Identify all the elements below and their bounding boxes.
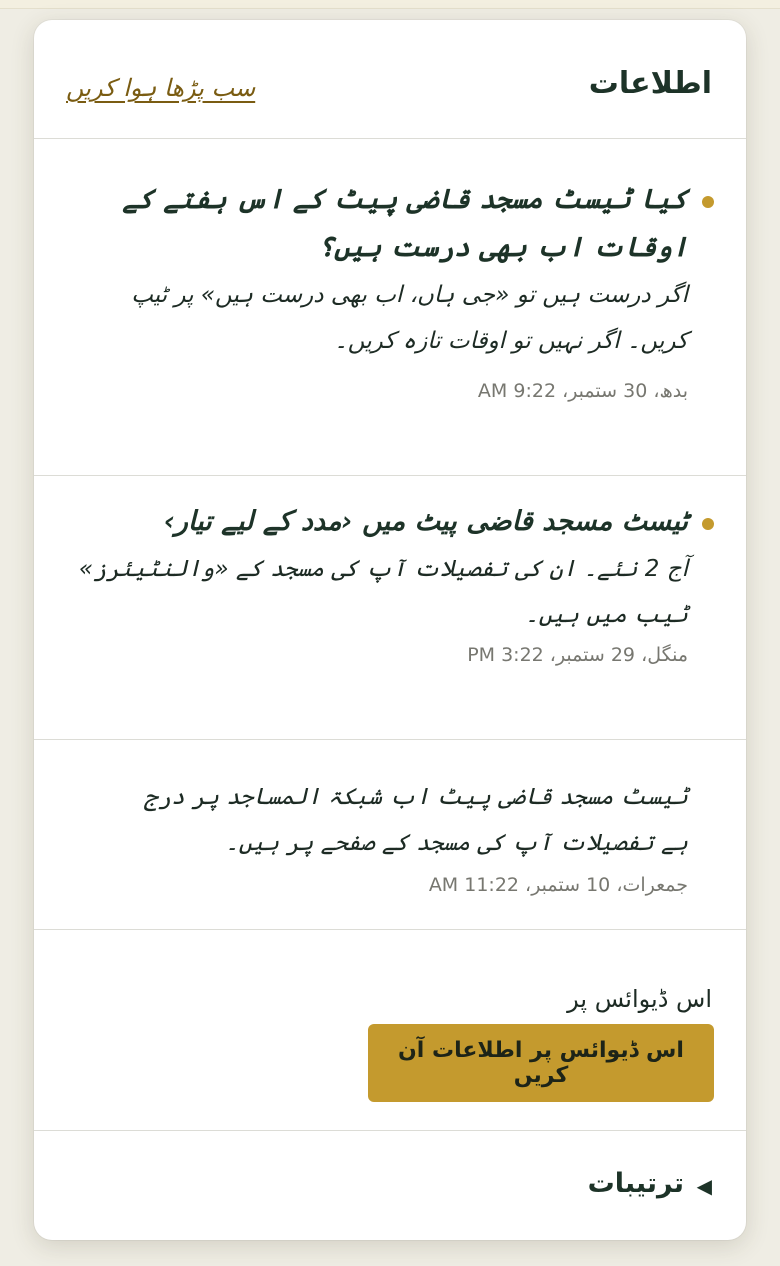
notification-title: کیا ٹیسٹ مسجد قاضی پیٹ کے اس ہفتے کے اوق… xyxy=(122,184,688,263)
settings-label: ترتیبات xyxy=(587,1168,684,1199)
notification-body: آج 2 نئے۔ ان کی تفصیلات آپ کی مسجد کے «و… xyxy=(78,556,688,628)
notification-time: جمعرات، 10 ستمبر، 11:22 AM xyxy=(428,874,688,896)
unread-dot-icon xyxy=(702,196,714,208)
notification-item[interactable]: کیا ٹیسٹ مسجد قاضی پیٹ کے اس ہفتے کے اوق… xyxy=(34,138,746,476)
top-strip xyxy=(0,0,780,9)
notification-time: منگل، 29 ستمبر، 3:22 PM xyxy=(467,644,688,666)
notification-body: ٹیسٹ مسجد قاضی پیٹ اب شبکۃ المساجد پر در… xyxy=(144,784,688,856)
enable-device-notifications-button[interactable]: اس ڈیوائس پر اطلاعات آن کریں xyxy=(368,1024,714,1102)
mark-all-read-link[interactable]: سب پڑھا ہوا کریں xyxy=(66,72,255,104)
unread-dot-icon xyxy=(702,518,714,530)
notifications-panel: اطلاعات سب پڑھا ہوا کریں کیا ٹیسٹ مسجد ق… xyxy=(34,20,746,1240)
notification-body: اگر درست ہیں تو «جی ہاں، اب بھی درست ہیں… xyxy=(131,282,688,354)
panel-header: اطلاعات سب پڑھا ہوا کریں xyxy=(34,20,746,139)
device-label: اس ڈیوائس پر xyxy=(567,985,712,1013)
device-section: اس ڈیوائس پر اس ڈیوائس پر اطلاعات آن کری… xyxy=(34,930,746,1131)
notification-time: بدھ، 30 ستمبر، 9:22 AM xyxy=(477,380,688,402)
panel-title: اطلاعات xyxy=(588,66,712,101)
notification-title: ٹیسٹ مسجد قاضی پیٹ میں ‹مدد کے لیے تیار› xyxy=(163,506,688,537)
notification-item[interactable]: ٹیسٹ مسجد قاضی پیٹ اب شبکۃ المساجد پر در… xyxy=(34,740,746,930)
notification-item[interactable]: ٹیسٹ مسجد قاضی پیٹ میں ‹مدد کے لیے تیار›… xyxy=(34,476,746,740)
settings-toggle[interactable]: ◀ ترتیبات xyxy=(34,1132,746,1240)
triangle-left-icon: ◀ xyxy=(696,1174,712,1198)
